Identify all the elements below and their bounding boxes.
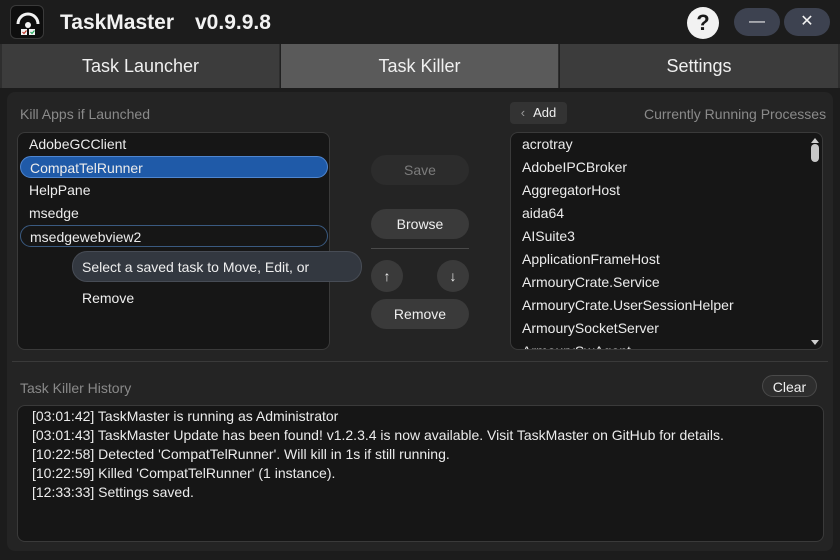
add-button[interactable]: ‹ Add [510,102,567,124]
list-item[interactable]: ArmouryCrate.Service [513,271,660,293]
remove-button[interactable]: Remove [371,299,469,329]
process-list[interactable]: acrotray AdobeIPCBroker AggregatorHost a… [510,132,823,350]
scroll-thumb[interactable] [811,144,819,162]
history-label: Task Killer History [20,380,132,396]
log-line: [10:22:59] Killed 'CompatTelRunner' (1 i… [32,465,336,481]
chevron-left-icon: ‹ [520,105,526,120]
list-item[interactable]: aida64 [513,202,564,224]
list-item[interactable]: ApplicationFrameHost [513,248,660,270]
list-item[interactable]: AggregatorHost [513,179,620,201]
tab-task-launcher[interactable]: Task Launcher [2,44,279,88]
list-item[interactable]: msedge [20,202,326,224]
app-version: v0.9.9.8 [195,11,271,34]
tab-bar: Task Launcher Task Killer Settings [0,44,840,88]
tool-icon [10,5,44,39]
list-item[interactable]: acrotray [513,133,573,155]
log-line: [12:33:33] Settings saved. [32,484,194,500]
move-up-button[interactable]: ↑ [371,260,403,292]
app-title: TaskMaster [60,11,175,34]
task-killer-panel: Kill Apps if Launched AdobeGCClient Comp… [7,92,833,551]
process-scrollbar[interactable] [810,133,820,349]
clear-button[interactable]: Clear [762,375,817,397]
list-item-selected[interactable]: CompatTelRunner [20,156,328,178]
list-item[interactable]: ArmourySocketServer [513,317,659,339]
add-button-label: Add [533,105,557,120]
move-down-button[interactable]: ↓ [437,260,469,292]
list-item[interactable]: AISuite3 [513,225,575,247]
title-bar: TaskMaster v0.9.9.8 ? — ✕ [0,0,840,44]
minimize-button[interactable]: — [734,8,780,36]
log-line: [10:22:58] Detected 'CompatTelRunner'. W… [32,446,450,462]
scroll-down-icon[interactable] [810,338,820,348]
list-item[interactable]: AdobeIPCBroker [513,156,627,178]
kill-list[interactable]: AdobeGCClient CompatTelRunner HelpPane m… [17,132,330,350]
list-item[interactable]: ArmouryCrate.UserSessionHelper [513,294,734,316]
browse-button[interactable]: Browse [371,209,469,239]
section-divider [12,361,828,362]
list-item[interactable]: msedgewebview2 [20,225,328,247]
close-button[interactable]: ✕ [784,8,830,36]
log-line: [03:01:42] TaskMaster is running as Admi… [32,408,339,424]
list-item[interactable]: AdobeGCClient [20,133,326,155]
list-item[interactable]: ArmourySwAgent [513,340,631,349]
divider [371,248,469,249]
kill-list-label: Kill Apps if Launched [20,106,150,122]
history-log: [03:01:42] TaskMaster is running as Admi… [17,405,824,542]
tooltip: Select a saved task to Move, Edit, or Re… [72,251,362,306]
help-button[interactable]: ? [687,7,719,39]
tab-settings[interactable]: Settings [559,44,838,88]
tab-task-killer[interactable]: Task Killer [280,44,558,88]
list-item[interactable]: HelpPane [20,179,326,201]
log-line: [03:01:43] TaskMaster Update has been fo… [32,427,724,443]
processes-label: Currently Running Processes [644,106,827,122]
save-button[interactable]: Save [371,155,469,185]
